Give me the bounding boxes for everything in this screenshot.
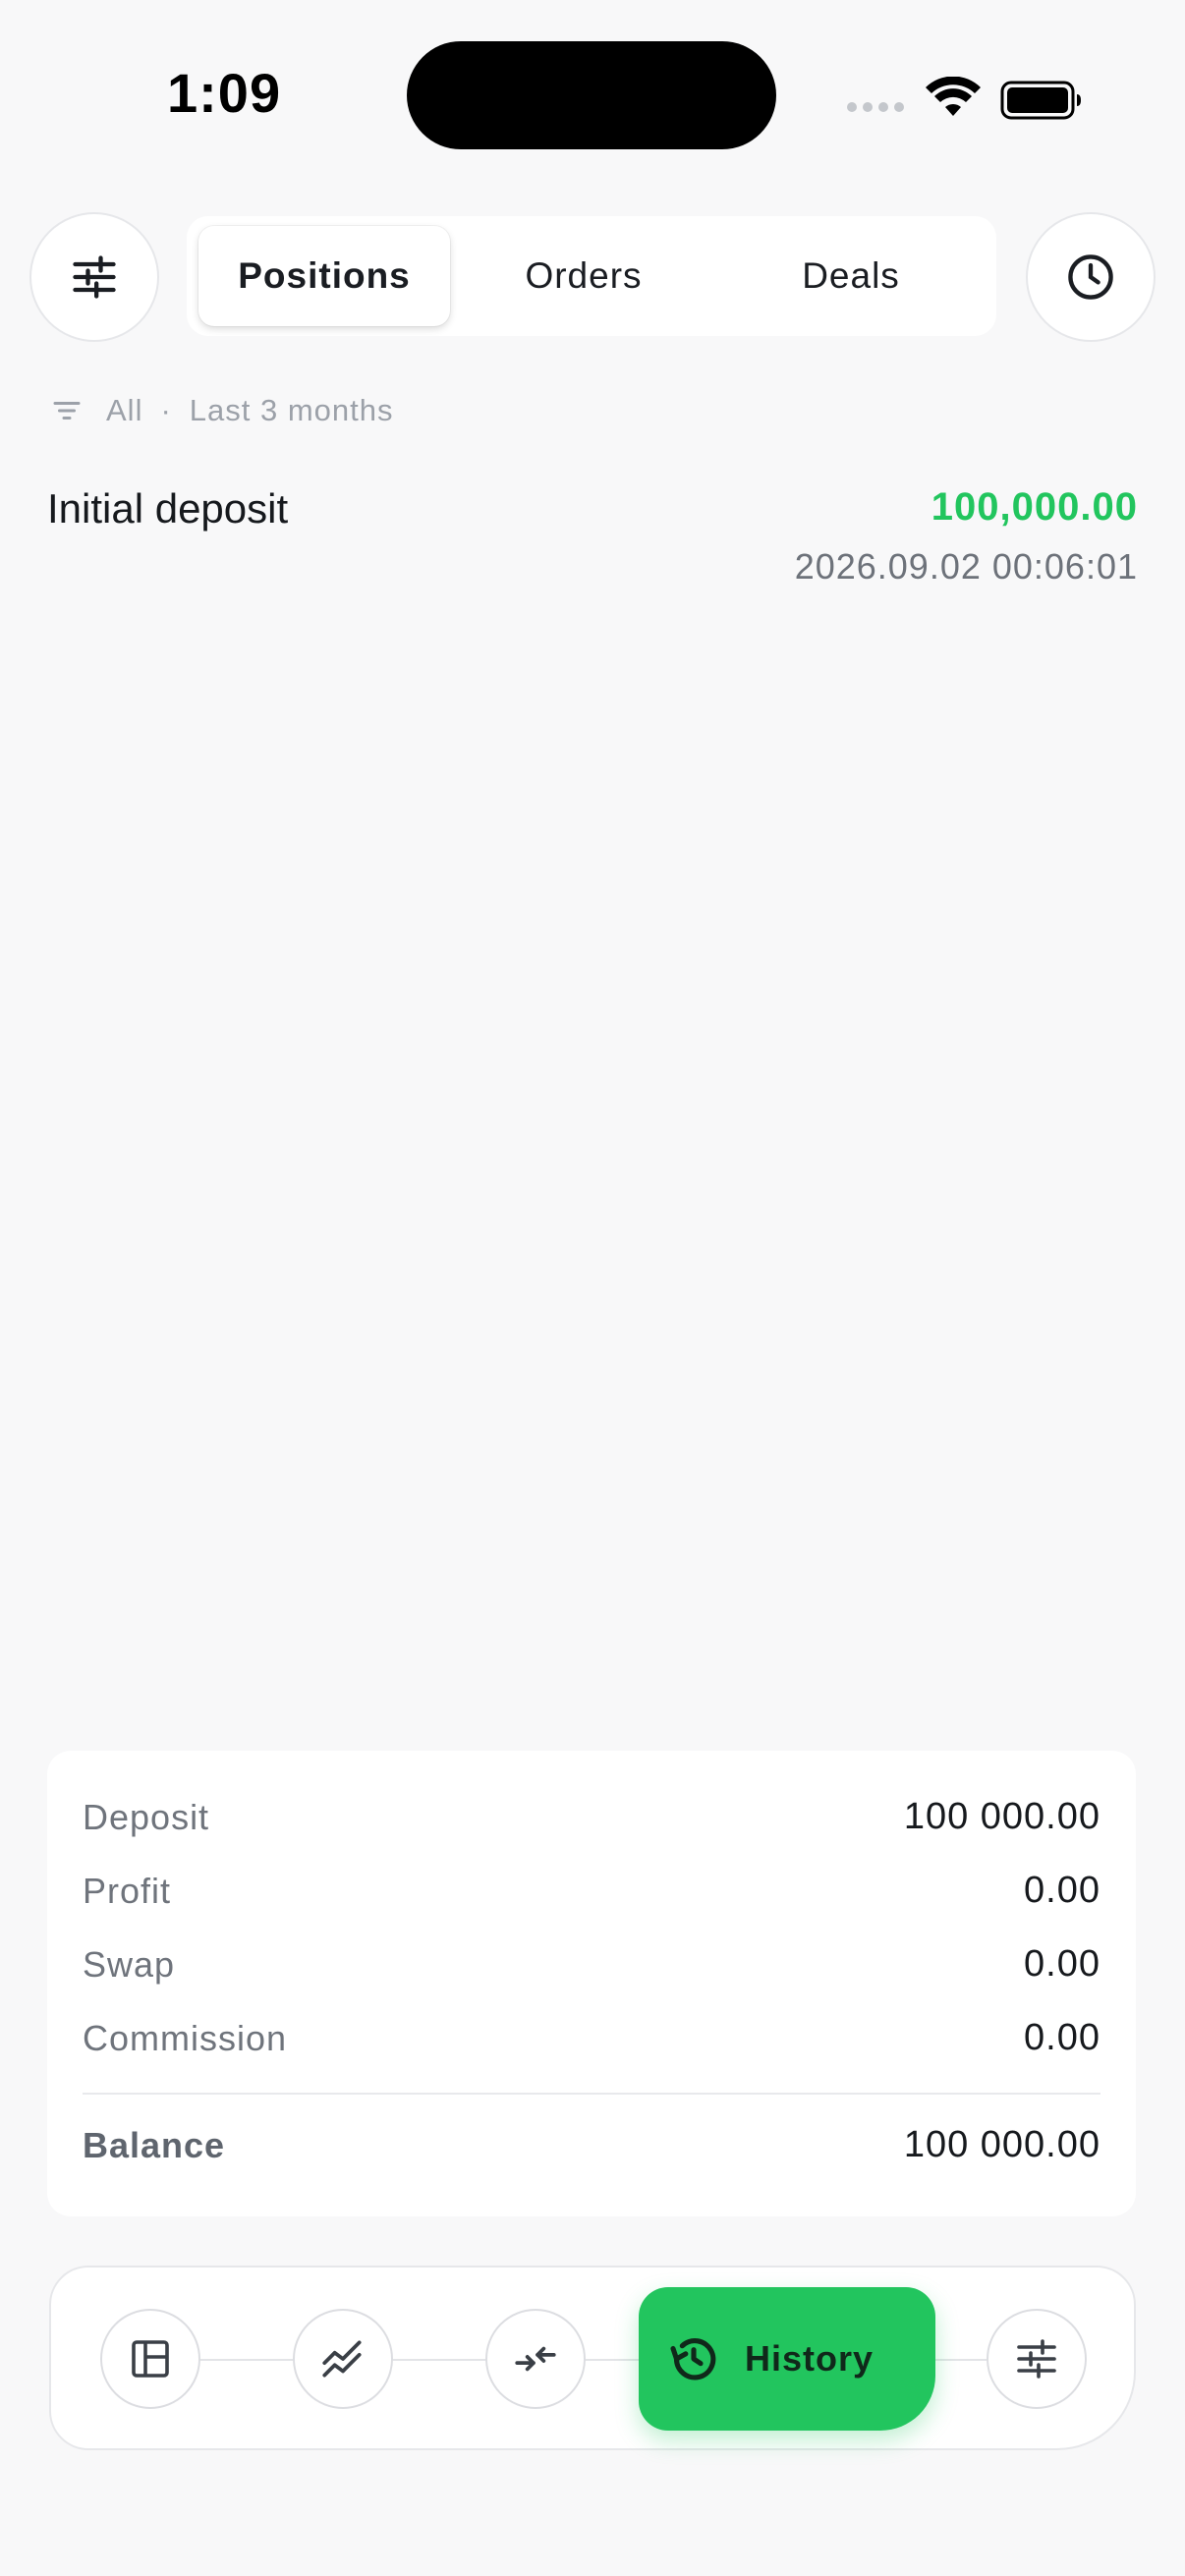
status-indicators xyxy=(847,75,1083,124)
history-screen: 1:09 Positions Orders Deals All · Last 3… xyxy=(0,0,1185,2576)
summary-value: 0.00 xyxy=(1024,1943,1100,1985)
summary-value: 0.00 xyxy=(1024,1870,1100,1911)
nav-history-button[interactable]: History xyxy=(639,2287,935,2431)
summary-row-commission: Commission 0.00 xyxy=(83,2001,1100,2075)
summary-label: Profit xyxy=(83,1870,172,1911)
history-icon xyxy=(670,2338,716,2380)
nav-settings-button[interactable] xyxy=(987,2309,1087,2409)
layout-icon xyxy=(132,2340,169,2378)
period-clock-button[interactable] xyxy=(1026,212,1156,342)
filter-separator: · xyxy=(160,393,172,427)
summary-divider xyxy=(83,2093,1100,2095)
summary-row-profit: Profit 0.00 xyxy=(83,1854,1100,1928)
summary-value: 0.00 xyxy=(1024,2017,1100,2058)
clock-icon xyxy=(1068,254,1113,300)
summary-row-balance: Balance 100 000.00 xyxy=(83,2108,1100,2182)
entry-amount: 100,000.00 xyxy=(931,485,1138,529)
tab-deals[interactable]: Deals xyxy=(717,226,985,326)
filter-settings-button[interactable] xyxy=(29,212,159,342)
sliders-icon xyxy=(1017,2339,1056,2379)
nav-layout-button[interactable] xyxy=(100,2309,200,2409)
nav-trade-button[interactable] xyxy=(485,2309,586,2409)
history-tabs: Positions Orders Deals xyxy=(187,216,996,336)
bottom-navigation: History xyxy=(49,2266,1136,2450)
summary-label: Deposit xyxy=(83,1796,210,1837)
summary-row-swap: Swap 0.00 xyxy=(83,1928,1100,2001)
entry-date: 2026.09.02 00:06:01 xyxy=(794,546,1138,587)
filter-icon xyxy=(53,402,81,420)
cellular-signal-icon xyxy=(847,102,904,112)
sliders-icon xyxy=(73,255,116,299)
balance-label: Balance xyxy=(83,2124,226,2165)
dynamic-island xyxy=(407,41,776,149)
summary-value: 100 000.00 xyxy=(903,1796,1100,1837)
battery-icon xyxy=(1000,81,1081,120)
summary-label: Commission xyxy=(83,2017,288,2058)
nav-history-label: History xyxy=(745,2338,875,2379)
summary-row-deposit: Deposit 100 000.00 xyxy=(83,1780,1100,1854)
active-filter[interactable]: All · Last 3 months xyxy=(49,393,394,428)
status-time: 1:09 xyxy=(167,62,282,124)
trade-arrows-icon xyxy=(515,2346,556,2372)
tab-positions[interactable]: Positions xyxy=(198,226,450,326)
summary-label: Swap xyxy=(83,1943,176,1985)
chart-trend-icon xyxy=(322,2340,362,2378)
filter-type: All xyxy=(106,393,143,427)
entry-title: Initial deposit xyxy=(47,485,289,532)
balance-value: 100 000.00 xyxy=(903,2124,1100,2165)
account-summary-card: Deposit 100 000.00 Profit 0.00 Swap 0.00… xyxy=(47,1751,1136,2216)
wifi-icon xyxy=(926,77,981,116)
filter-period: Last 3 months xyxy=(189,393,394,427)
tab-orders[interactable]: Orders xyxy=(450,226,717,326)
nav-chart-button[interactable] xyxy=(293,2309,393,2409)
